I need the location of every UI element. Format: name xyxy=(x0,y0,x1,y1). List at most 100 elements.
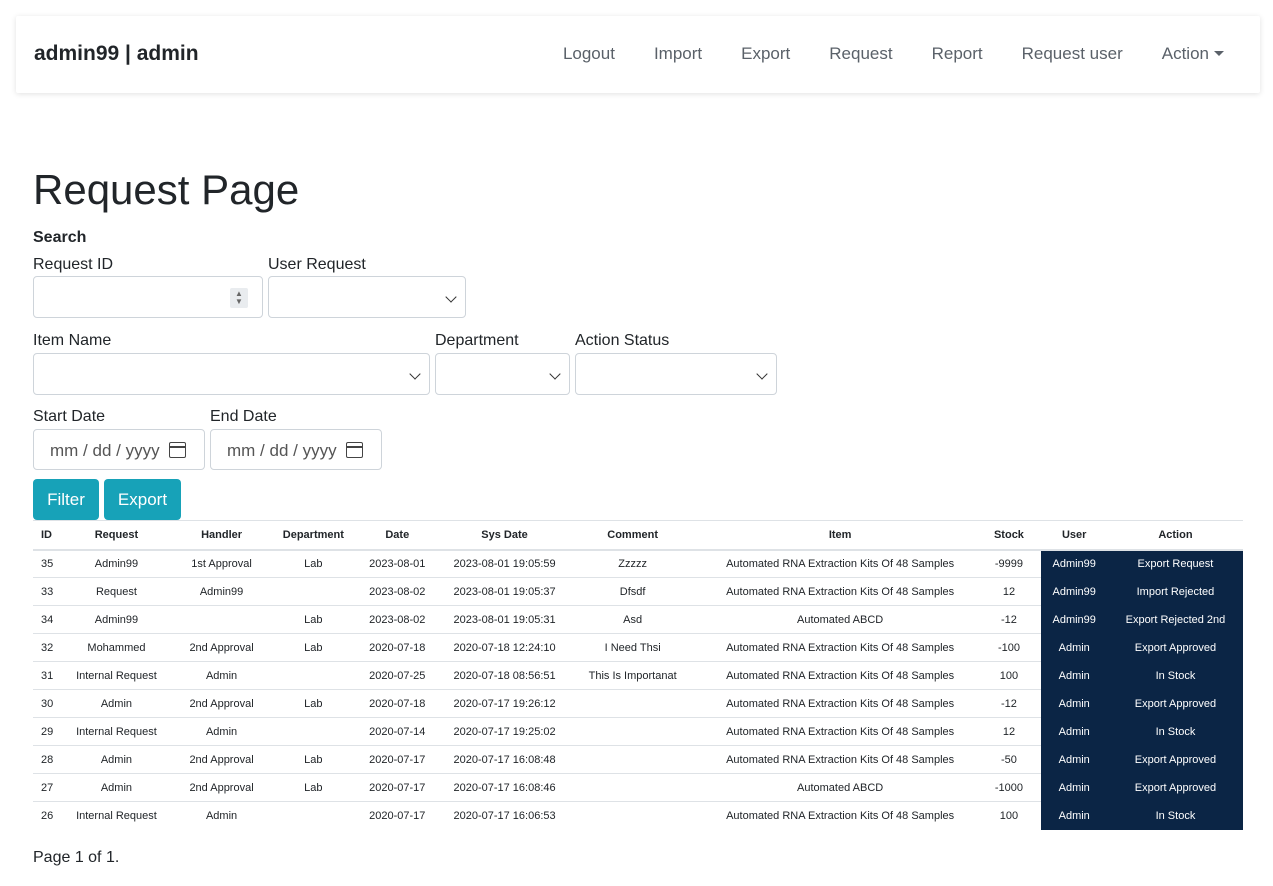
cell-id: 30 xyxy=(33,689,69,718)
cell-date: 2020-07-25 xyxy=(347,661,447,690)
table-row[interactable]: 28 Admin 2nd Approval Lab 2020-07-17 202… xyxy=(33,745,1243,774)
table-row[interactable]: 35 Admin99 1st Approval Lab 2023-08-01 2… xyxy=(33,549,1243,578)
table-row[interactable]: 27 Admin 2nd Approval Lab 2020-07-17 202… xyxy=(33,773,1243,802)
request-id-input[interactable]: ▲ ▼ xyxy=(33,276,263,318)
table-row[interactable]: 34 Admin99 Lab 2023-08-02 2023-08-01 19:… xyxy=(33,605,1243,634)
col-sys-date: Sys Date xyxy=(446,520,563,551)
nav-action-dropdown[interactable]: Action xyxy=(1162,44,1224,64)
cell-request: Request xyxy=(68,577,165,606)
cell-date: 2023-08-01 xyxy=(347,549,447,578)
cell-handler: Admin99 xyxy=(164,577,279,606)
cell-request: Admin xyxy=(68,773,165,802)
cell-comment xyxy=(562,689,703,718)
calendar-icon[interactable] xyxy=(346,442,363,458)
cell-user: Admin99 xyxy=(1040,577,1108,606)
cell-date: 2020-07-18 xyxy=(347,689,447,718)
export-button[interactable]: Export xyxy=(104,479,181,520)
cell-item: Automated RNA Extraction Kits Of 48 Samp… xyxy=(702,745,978,774)
nav-action-label: Action xyxy=(1161,44,1209,63)
table-row[interactable]: 31 Internal Request Admin 2020-07-25 202… xyxy=(33,661,1243,690)
cell-department: Lab xyxy=(278,605,348,634)
cell-department xyxy=(278,801,348,830)
item-name-label: Item Name xyxy=(33,332,112,349)
cell-user: Admin xyxy=(1040,745,1108,774)
cell-comment: Asd xyxy=(562,605,703,634)
cell-department xyxy=(278,717,348,746)
cell-id: 31 xyxy=(33,661,69,690)
cell-id: 26 xyxy=(33,801,69,830)
calendar-icon[interactable] xyxy=(169,442,186,458)
nav-logout[interactable]: Logout xyxy=(563,44,615,64)
cell-comment xyxy=(562,745,703,774)
cell-handler: 2nd Approval xyxy=(164,773,279,802)
cell-action: Import Rejected xyxy=(1107,577,1243,606)
cell-stock: -50 xyxy=(977,745,1041,774)
filter-button[interactable]: Filter xyxy=(33,479,99,520)
chevron-down-icon xyxy=(756,368,768,380)
col-action: Action xyxy=(1107,520,1243,551)
cell-stock: -9999 xyxy=(977,549,1041,578)
cell-sys-date: 2020-07-18 12:24:10 xyxy=(446,633,563,662)
col-item: Item xyxy=(702,520,978,551)
action-status-select[interactable] xyxy=(575,353,777,395)
cell-item: Automated ABCD xyxy=(702,773,978,802)
start-date-input[interactable]: mm / dd / yyyy xyxy=(33,429,205,470)
table-row[interactable]: 30 Admin 2nd Approval Lab 2020-07-18 202… xyxy=(33,689,1243,718)
cell-action: In Stock xyxy=(1107,801,1243,830)
cell-id: 29 xyxy=(33,717,69,746)
cell-handler: 2nd Approval xyxy=(164,745,279,774)
cell-comment xyxy=(562,717,703,746)
cell-user: Admin xyxy=(1040,633,1108,662)
cell-action: Export Approved xyxy=(1107,773,1243,802)
cell-handler: Admin xyxy=(164,661,279,690)
cell-department: Lab xyxy=(278,745,348,774)
nav-export[interactable]: Export xyxy=(741,44,790,64)
department-select[interactable] xyxy=(435,353,570,395)
cell-action: Export Approved xyxy=(1107,745,1243,774)
cell-date: 2020-07-14 xyxy=(347,717,447,746)
cell-comment: This Is Importanat xyxy=(562,661,703,690)
end-date-label: End Date xyxy=(210,408,277,425)
nav-import[interactable]: Import xyxy=(654,44,702,64)
cell-id: 28 xyxy=(33,745,69,774)
chevron-down-icon xyxy=(445,291,457,303)
cell-stock: -100 xyxy=(977,633,1041,662)
cell-action: In Stock xyxy=(1107,661,1243,690)
cell-request: Admin99 xyxy=(68,605,165,634)
cell-item: Automated RNA Extraction Kits Of 48 Samp… xyxy=(702,549,978,578)
cell-request: Mohammed xyxy=(68,633,165,662)
cell-stock: 100 xyxy=(977,661,1041,690)
table-row[interactable]: 26 Internal Request Admin 2020-07-17 202… xyxy=(33,801,1243,830)
cell-item: Automated RNA Extraction Kits Of 48 Samp… xyxy=(702,577,978,606)
cell-stock: -12 xyxy=(977,689,1041,718)
nav-request-user[interactable]: Request user xyxy=(1022,44,1123,64)
end-date-input[interactable]: mm / dd / yyyy xyxy=(210,429,382,470)
pagination-text: Page 1 of 1. xyxy=(33,849,120,866)
cell-comment: Zzzzz xyxy=(562,549,703,578)
user-request-select[interactable] xyxy=(268,276,466,318)
cell-date: 2020-07-17 xyxy=(347,773,447,802)
top-navbar: admin99 | admin Logout Import Export Req… xyxy=(16,16,1260,93)
cell-handler: 1st Approval xyxy=(164,549,279,578)
table-row[interactable]: 32 Mohammed 2nd Approval Lab 2020-07-18 … xyxy=(33,633,1243,662)
cell-handler xyxy=(164,605,279,634)
nav-links: Logout Import Export Request Report Requ… xyxy=(524,44,1224,64)
brand-user-label: admin99 | admin xyxy=(34,42,199,65)
nav-request[interactable]: Request xyxy=(829,44,892,64)
table-row[interactable]: 29 Internal Request Admin 2020-07-14 202… xyxy=(33,717,1243,746)
nav-report[interactable]: Report xyxy=(932,44,983,64)
col-stock: Stock xyxy=(977,520,1041,551)
cell-sys-date: 2020-07-17 16:08:46 xyxy=(446,773,563,802)
cell-sys-date: 2020-07-17 19:26:12 xyxy=(446,689,563,718)
cell-sys-date: 2023-08-01 19:05:37 xyxy=(446,577,563,606)
col-id: ID xyxy=(33,520,69,551)
cell-request: Admin99 xyxy=(68,549,165,578)
item-name-select[interactable] xyxy=(33,353,430,395)
table-row[interactable]: 33 Request Admin99 2023-08-02 2023-08-01… xyxy=(33,577,1243,606)
cell-comment xyxy=(562,773,703,802)
number-spinner-icon[interactable]: ▲ ▼ xyxy=(230,288,248,308)
chevron-down-icon xyxy=(549,368,561,380)
cell-department xyxy=(278,577,348,606)
cell-request: Internal Request xyxy=(68,661,165,690)
cell-sys-date: 2020-07-18 08:56:51 xyxy=(446,661,563,690)
